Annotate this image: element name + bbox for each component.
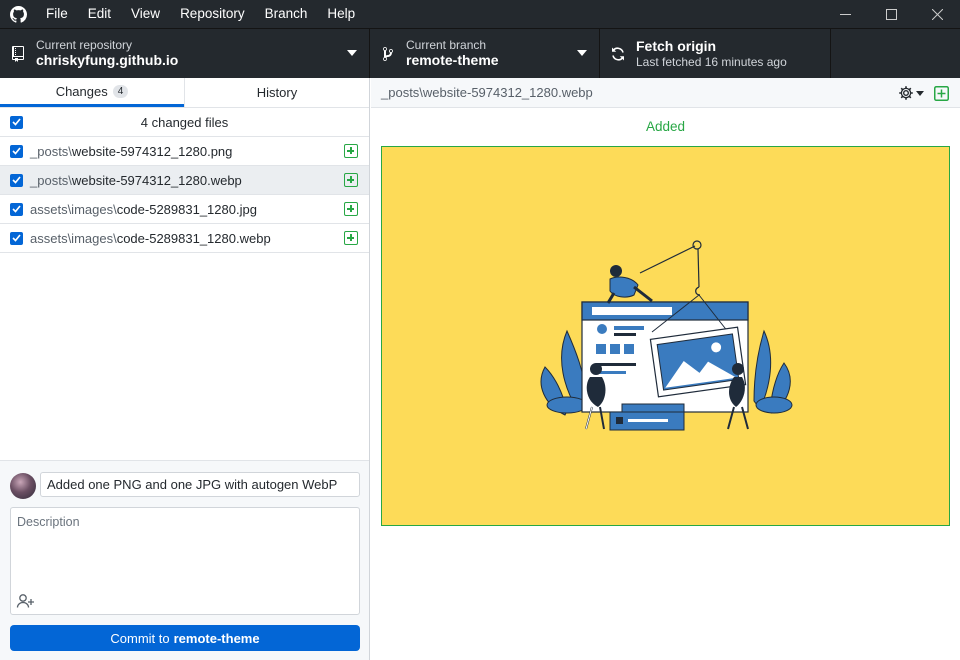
commit-area: Added one PNG and one JPG with autogen W… [0,460,369,660]
select-all-checkbox[interactable] [10,115,23,129]
menu-branch[interactable]: Branch [255,0,318,28]
minimize-icon[interactable] [822,0,868,28]
file-added-icon [344,144,358,158]
commit-button[interactable]: Commit to remote-theme [10,625,360,651]
diff-file-path: _posts\website-5974312_1280.webp [381,85,593,100]
file-row[interactable]: assets\images\code-5289831_1280.jpg [0,195,369,224]
diff-header: _posts\website-5974312_1280.webp [371,78,960,108]
menu-file[interactable]: File [36,0,78,28]
diff-view: _posts\website-5974312_1280.webp Added [371,78,960,660]
menu-help[interactable]: Help [317,0,365,28]
file-checkbox[interactable] [10,202,23,216]
file-checkbox[interactable] [10,173,23,187]
current-repository-label: Current repository [36,38,133,52]
sidebar-tabs: Changes 4 History [0,78,369,108]
commit-summary-input[interactable]: Added one PNG and one JPG with autogen W… [40,472,360,497]
file-added-icon [344,231,358,245]
chevron-down-icon [916,91,924,96]
branch-icon [370,46,406,62]
description-placeholder: Description [17,515,80,529]
changes-count-badge: 4 [112,84,129,98]
file-row[interactable]: assets\images\code-5289831_1280.webp [0,224,369,253]
maximize-icon[interactable] [868,0,914,28]
diff-status-label: Added [645,119,686,134]
sync-icon [600,46,636,62]
file-path: assets\images\code-5289831_1280.webp [30,230,271,246]
add-coauthor-icon[interactable] [16,593,36,609]
gear-icon[interactable] [898,85,914,104]
menu-edit[interactable]: Edit [78,0,121,28]
changed-files-count: 4 changed files [140,114,229,130]
close-icon[interactable] [914,0,960,28]
menu-repository[interactable]: Repository [170,0,255,28]
file-checkbox[interactable] [10,144,23,158]
file-added-icon [934,86,949,104]
file-path: _posts\website-5974312_1280.png [30,143,233,159]
file-path: _posts\website-5974312_1280.webp [30,172,242,188]
file-added-icon [344,202,358,216]
commit-description-field[interactable]: Description [10,507,360,615]
tab-changes-label: Changes [55,83,108,99]
commit-button-branch: remote-theme [173,630,260,646]
chevron-down-icon [577,50,587,56]
changes-sidebar: Changes 4 History 4 changed files _posts… [0,78,370,660]
file-row[interactable]: _posts\website-5974312_1280.png [0,137,369,166]
file-path: assets\images\code-5289831_1280.jpg [30,201,257,217]
fetch-origin-button[interactable]: Fetch origin Last fetched 16 minutes ago [600,29,831,78]
changes-header: 4 changed files [0,108,369,137]
tab-history-label: History [256,85,298,100]
toolbar: Current repository chriskyfung.github.io… [0,28,960,78]
tab-history[interactable]: History [184,78,369,107]
tab-changes[interactable]: Changes 4 [0,78,184,107]
chevron-down-icon [347,50,357,56]
current-repository-button[interactable]: Current repository chriskyfung.github.io [0,29,370,78]
current-branch-label: Current branch [406,38,487,52]
github-logo-icon [0,0,36,28]
title-bar: File Edit View Repository Branch Help [0,0,960,28]
repo-icon [0,45,36,62]
file-row[interactable]: _posts\website-5974312_1280.webp [0,166,369,195]
current-branch-button[interactable]: Current branch remote-theme [370,29,600,78]
file-added-icon [344,173,358,187]
image-preview [381,146,950,526]
current-branch-name: remote-theme [406,52,499,68]
window-controls [822,0,960,28]
commit-button-prefix: Commit to [110,630,170,646]
last-fetched-text: Last fetched 16 minutes ago [636,55,787,69]
website-illustration-image [540,240,793,431]
file-checkbox[interactable] [10,231,23,245]
menu-view[interactable]: View [121,0,170,28]
current-repository-name: chriskyfung.github.io [36,52,179,68]
fetch-origin-label: Fetch origin [636,38,717,54]
avatar [10,473,36,499]
